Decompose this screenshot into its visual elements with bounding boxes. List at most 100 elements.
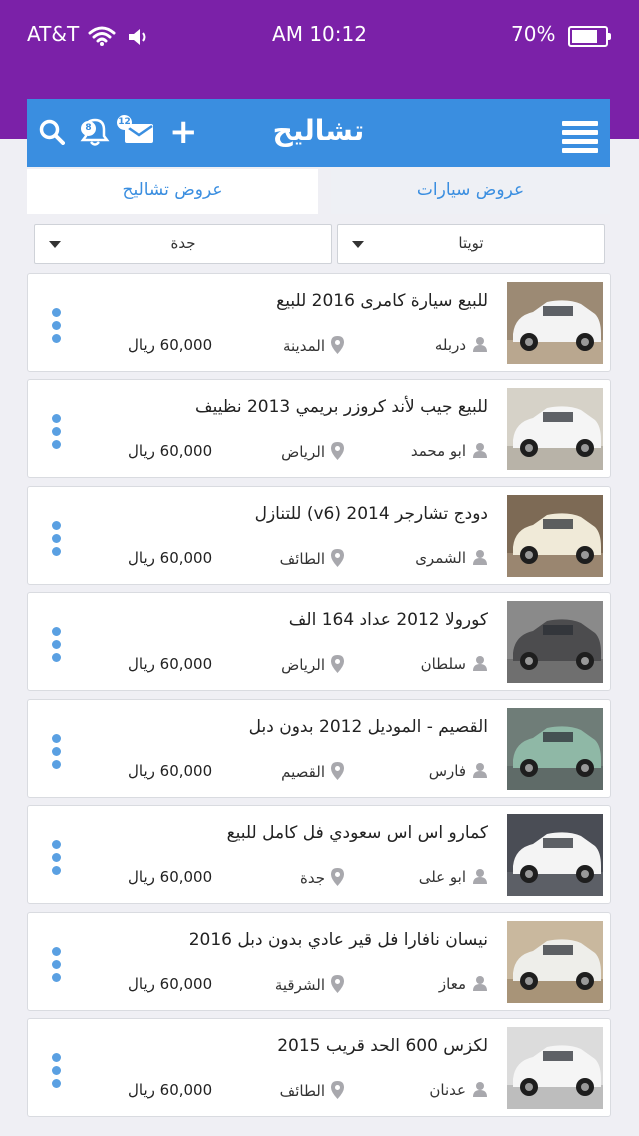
listing-card[interactable]: لكزس 600 الحد قريب 2015 عدنان الطائف 60,000… bbox=[27, 1018, 611, 1117]
user-icon bbox=[472, 868, 488, 888]
more-options-icon[interactable] bbox=[52, 627, 62, 666]
listing-title: لكزس 600 الحد قريب 2015 bbox=[277, 1036, 488, 1056]
battery-icon bbox=[568, 26, 611, 47]
listing-location: المدينة bbox=[283, 336, 344, 358]
hamburger-menu-icon[interactable] bbox=[562, 121, 598, 157]
more-options-icon[interactable] bbox=[52, 1053, 62, 1092]
seller-name: ابو محمد bbox=[410, 442, 466, 460]
listing-card[interactable]: دودج تشارجر 2014 (v6) للتنازل الشمرى الطائ… bbox=[27, 486, 611, 585]
seller-name: سلطان bbox=[420, 655, 466, 673]
user-icon bbox=[472, 336, 488, 356]
location-pin-icon bbox=[331, 336, 344, 358]
listing-card[interactable]: كورولا 2012 عداد 164 الف سلطان الرياض 60,00… bbox=[27, 592, 611, 691]
location-pin-icon bbox=[331, 655, 344, 677]
listing-price: 60,000 ريال bbox=[128, 336, 213, 354]
location-pin-icon bbox=[331, 1081, 344, 1103]
battery-percent: 70% bbox=[511, 22, 556, 46]
user-icon bbox=[472, 1081, 488, 1101]
listing-seller: ابو على bbox=[419, 868, 488, 888]
listing-location: الطائف bbox=[280, 549, 344, 571]
offers-tabs: عروض تشاليح عروض سيارات bbox=[27, 169, 610, 214]
listing-seller: سلطان bbox=[421, 655, 488, 675]
listing-price: 60,000 ريال bbox=[128, 1081, 213, 1099]
city-filter-value: جدة bbox=[170, 234, 196, 252]
tab-scrap-offers[interactable]: عروض تشاليح bbox=[27, 169, 318, 214]
brand-filter-dropdown[interactable]: تويتا bbox=[337, 224, 605, 264]
listing-location: الرياض bbox=[281, 442, 344, 464]
listing-title: كمارو اس اس سعودي فل كامل للبيع bbox=[226, 823, 488, 843]
listing-seller: عدنان bbox=[429, 1081, 488, 1101]
car-photo bbox=[507, 708, 603, 790]
listing-seller: ابو محمد bbox=[411, 442, 488, 462]
city-name: الشرقية bbox=[274, 976, 325, 994]
seller-name: الشمرى bbox=[415, 549, 466, 567]
city-name: الطائف bbox=[279, 1082, 325, 1100]
city-filter-dropdown[interactable]: جدة bbox=[34, 224, 332, 264]
listing-price: 60,000 ريال bbox=[128, 975, 213, 993]
user-icon bbox=[472, 975, 488, 995]
listing-price: 60,000 ريال bbox=[128, 549, 213, 567]
listing-title: دودج تشارجر 2014 (v6) للتنازل bbox=[254, 504, 488, 524]
listing-location: القصيم bbox=[281, 762, 344, 784]
car-photo bbox=[507, 495, 603, 577]
car-photo bbox=[507, 282, 603, 364]
car-photo bbox=[507, 921, 603, 1003]
location-pin-icon bbox=[331, 549, 344, 571]
location-pin-icon bbox=[331, 762, 344, 784]
listing-title: نيسان نافارا فل قير عادي بدون دبل 2016 bbox=[188, 930, 488, 950]
car-photo bbox=[507, 814, 603, 896]
more-options-icon[interactable] bbox=[52, 734, 62, 773]
listing-location: الرياض bbox=[281, 655, 344, 677]
listing-card[interactable]: للبيع جيب لأند كروزر بريمي 2013 نظييف ابو… bbox=[27, 379, 611, 478]
more-options-icon[interactable] bbox=[52, 947, 62, 986]
city-name: جدة bbox=[299, 869, 325, 887]
car-photo bbox=[507, 388, 603, 470]
listing-seller: دربله bbox=[435, 336, 488, 356]
seller-name: عدنان bbox=[429, 1081, 466, 1099]
listing-card[interactable]: كمارو اس اس سعودي فل كامل للبيع ابو على جد… bbox=[27, 805, 611, 904]
listing-price: 60,000 ريال bbox=[128, 868, 213, 886]
city-name: المدينة bbox=[282, 337, 325, 355]
listing-price: 60,000 ريال bbox=[128, 442, 213, 460]
listing-card[interactable]: نيسان نافارا فل قير عادي بدون دبل 2016 مع… bbox=[27, 912, 611, 1011]
seller-name: فارس bbox=[428, 762, 466, 780]
user-icon bbox=[472, 655, 488, 675]
more-options-icon[interactable] bbox=[52, 840, 62, 879]
listing-location: الشرقية bbox=[275, 975, 344, 997]
listing-seller: معاز bbox=[439, 975, 488, 995]
car-photo bbox=[507, 601, 603, 683]
city-name: الرياض bbox=[281, 443, 325, 461]
top-nav-bar: 8 12 + تشاليح bbox=[27, 99, 610, 167]
seller-name: معاز bbox=[438, 975, 466, 993]
listing-location: جدة bbox=[300, 868, 344, 890]
more-options-icon[interactable] bbox=[52, 521, 62, 560]
user-icon bbox=[472, 762, 488, 782]
car-photo bbox=[507, 1027, 603, 1109]
seller-name: دربله bbox=[434, 336, 466, 354]
user-icon bbox=[472, 549, 488, 569]
listing-title: للبيع جيب لأند كروزر بريمي 2013 نظييف bbox=[195, 397, 488, 417]
city-name: الرياض bbox=[281, 656, 325, 674]
seller-name: ابو على bbox=[418, 868, 466, 886]
listing-title: كورولا 2012 عداد 164 الف bbox=[288, 610, 488, 630]
brand-filter-value: تويتا bbox=[458, 234, 484, 252]
listing-seller: الشمرى bbox=[415, 549, 488, 569]
listing-price: 60,000 ريال bbox=[128, 762, 213, 780]
location-pin-icon bbox=[331, 442, 344, 464]
tab-car-offers[interactable]: عروض سيارات bbox=[331, 169, 610, 214]
location-pin-icon bbox=[331, 975, 344, 997]
status-bar: AT&T AM 10:12 70% bbox=[0, 0, 639, 70]
listing-price: 60,000 ريال bbox=[128, 655, 213, 673]
listing-title: القصيم - الموديل 2012 بدون دبل bbox=[248, 717, 488, 737]
city-name: القصيم bbox=[281, 763, 325, 781]
listing-seller: فارس bbox=[429, 762, 488, 782]
listing-location: الطائف bbox=[280, 1081, 344, 1103]
more-options-icon[interactable] bbox=[52, 414, 62, 453]
city-name: الطائف bbox=[279, 550, 325, 568]
listing-card[interactable]: القصيم - الموديل 2012 بدون دبل فارس القصيم… bbox=[27, 699, 611, 798]
more-options-icon[interactable] bbox=[52, 308, 62, 347]
listing-title: للبيع سيارة كامرى 2016 للبيع bbox=[276, 291, 488, 311]
location-pin-icon bbox=[331, 868, 344, 890]
page-title: تشاليح bbox=[272, 114, 365, 147]
listing-card[interactable]: للبيع سيارة كامرى 2016 للبيع دربله المدينة… bbox=[27, 273, 611, 372]
